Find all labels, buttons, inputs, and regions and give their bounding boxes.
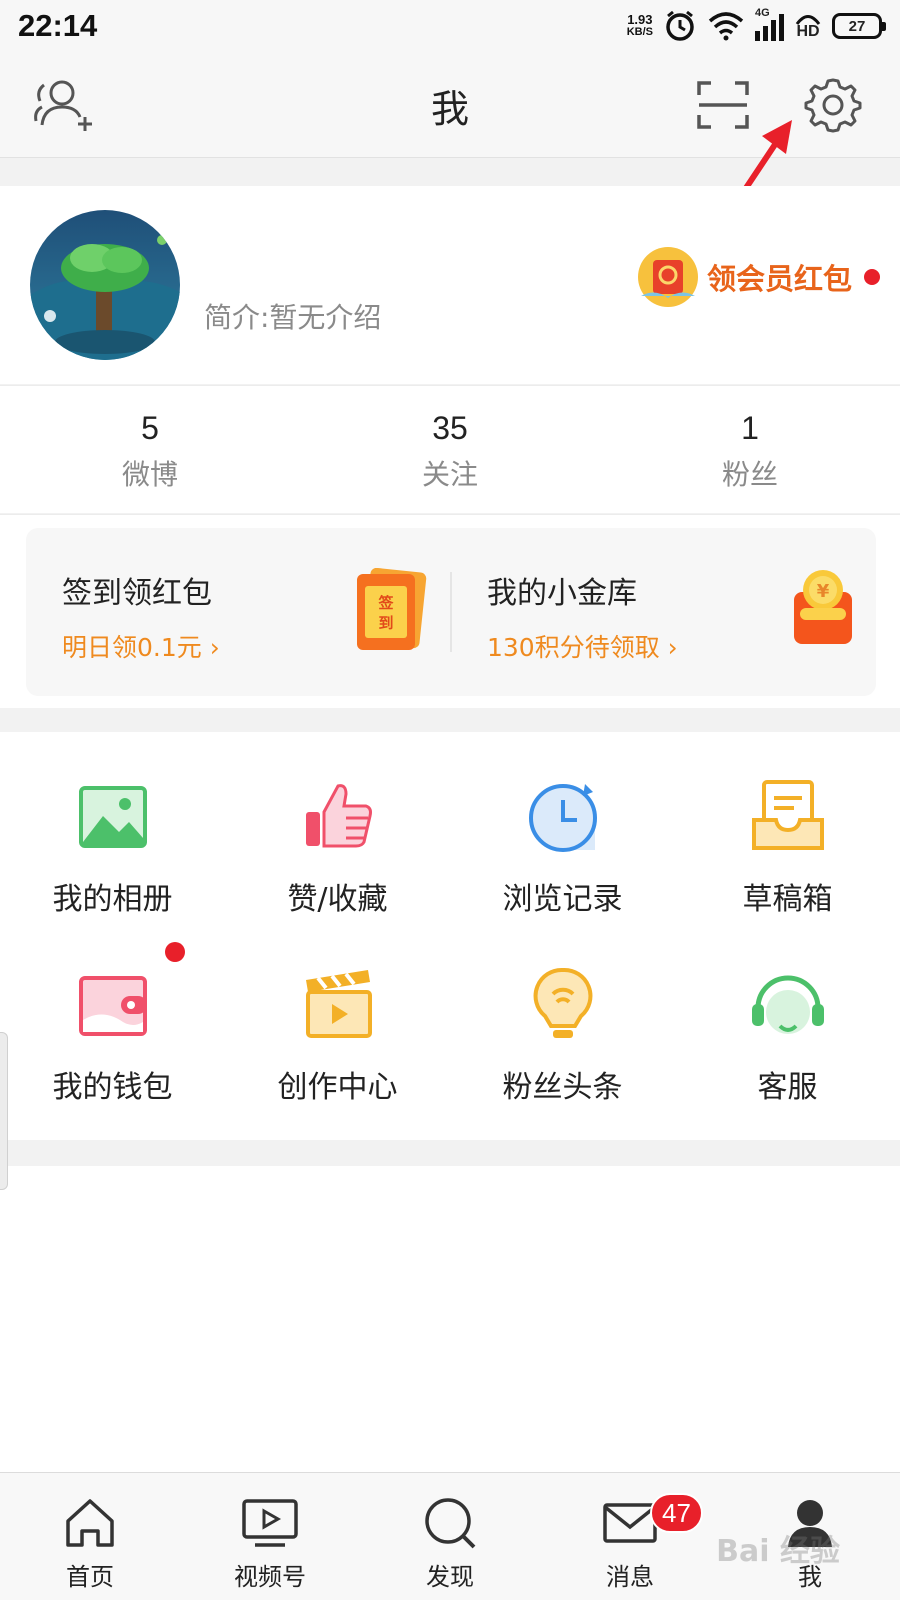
search-icon bbox=[425, 1498, 476, 1549]
feature-grid: 我的相册 赞/收藏 浏览记录 草稿箱 我的钱包 创作中心 粉丝头条 客服 bbox=[0, 732, 900, 1140]
history-clock-icon bbox=[523, 776, 603, 856]
tab-home[interactable]: 首页 bbox=[0, 1473, 180, 1600]
side-drawer-handle[interactable] bbox=[0, 1032, 8, 1190]
hd-voice-icon: HD bbox=[794, 13, 822, 40]
mail-icon bbox=[603, 1503, 657, 1543]
gold-coin-icon: ¥ bbox=[792, 568, 854, 650]
tab-label: 首页 bbox=[66, 1563, 114, 1591]
stat-label: 关注 bbox=[421, 458, 478, 491]
checkin-red-packet[interactable]: 签到领红包 明日领0.1元 › 签 到 bbox=[26, 528, 451, 696]
my-vault[interactable]: 我的小金库 130积分待领取 › ¥ bbox=[451, 528, 876, 696]
grid-item-likes[interactable]: 赞/收藏 bbox=[225, 732, 450, 917]
stat-label: 微博 bbox=[121, 458, 178, 491]
tab-video[interactable]: 视频号 bbox=[180, 1473, 360, 1600]
tab-messages[interactable]: 消息 47 bbox=[540, 1473, 720, 1600]
network-type: 4G bbox=[755, 7, 770, 19]
status-icons: 1.93 KB/S 4G HD 27 bbox=[627, 7, 886, 43]
stat-weibo[interactable]: 5 微博 bbox=[0, 386, 300, 513]
cellular-signal: 4G bbox=[755, 7, 784, 41]
avatar-tree-image bbox=[30, 210, 180, 360]
profile-bio: 简介:暂无介绍 bbox=[204, 301, 382, 334]
video-icon bbox=[242, 1499, 298, 1547]
gear-icon bbox=[804, 78, 862, 133]
battery-level: 27 bbox=[848, 17, 866, 35]
checkin-title: 签到领红包 bbox=[62, 576, 212, 611]
svg-text:到: 到 bbox=[378, 614, 393, 632]
grid-item-label: 粉丝头条 bbox=[502, 1070, 623, 1105]
grid-item-creator-center[interactable]: 创作中心 bbox=[225, 920, 450, 1105]
grid-item-label: 赞/收藏 bbox=[287, 882, 388, 917]
alarm-icon bbox=[666, 10, 694, 41]
promo-section: 签到领红包 明日领0.1元 › 签 到 我的小金库 130积分待领取 › ¥ bbox=[0, 514, 900, 708]
stat-following[interactable]: 35 关注 bbox=[300, 386, 600, 513]
thumbs-up-icon bbox=[298, 776, 378, 856]
notification-dot bbox=[864, 269, 880, 285]
stat-value: 1 bbox=[741, 410, 759, 446]
wallet-icon bbox=[73, 942, 185, 1044]
battery-icon: 27 bbox=[832, 13, 886, 39]
grid-item-label: 浏览记录 bbox=[502, 882, 623, 917]
stat-followers[interactable]: 1 粉丝 bbox=[600, 386, 900, 513]
tab-label: 发现 bbox=[426, 1563, 474, 1591]
grid-item-drafts[interactable]: 草稿箱 bbox=[675, 732, 900, 917]
grid-item-wallet[interactable]: 我的钱包 bbox=[0, 920, 225, 1105]
stat-value: 5 bbox=[141, 410, 159, 446]
svg-text:¥: ¥ bbox=[817, 581, 830, 602]
status-bar: 22:14 1.93 KB/S 4G HD 27 bbox=[0, 0, 900, 52]
grid-item-fan-headlines[interactable]: 粉丝头条 bbox=[450, 920, 675, 1105]
vault-title: 我的小金库 bbox=[487, 576, 637, 611]
checkin-icon: 签 到 bbox=[353, 567, 429, 656]
stats-row: 5 微博 35 关注 1 粉丝 bbox=[0, 385, 900, 513]
tab-label: 视频号 bbox=[234, 1563, 306, 1591]
draft-box-icon bbox=[748, 776, 828, 856]
net-speed-unit: KB/S bbox=[626, 26, 653, 38]
checkin-subtitle: 明日领0.1元 › bbox=[62, 633, 220, 662]
clapperboard-icon bbox=[298, 964, 378, 1044]
watermark: Bai 经验 bbox=[716, 1534, 840, 1569]
grid-item-label: 客服 bbox=[757, 1070, 818, 1105]
tab-label: 消息 bbox=[606, 1563, 654, 1591]
vip-label: 领会员红包 bbox=[706, 262, 852, 296]
headset-icon bbox=[748, 964, 828, 1044]
feed-area bbox=[0, 1166, 900, 1472]
stat-value: 35 bbox=[432, 410, 468, 446]
profile-card: 简介:暂无介绍 领会员红包 bbox=[0, 186, 900, 384]
grid-item-customer-service[interactable]: 客服 bbox=[675, 920, 900, 1105]
status-time: 22:14 bbox=[18, 8, 98, 43]
vip-red-packet-button[interactable]: 领会员红包 bbox=[635, 244, 880, 310]
net-speed-value: 1.93 bbox=[627, 12, 653, 27]
promo-card: 签到领红包 明日领0.1元 › 签 到 我的小金库 130积分待领取 › ¥ bbox=[26, 528, 876, 696]
grid-item-history[interactable]: 浏览记录 bbox=[450, 732, 675, 917]
wifi-icon bbox=[708, 12, 744, 41]
grid-item-label: 我的钱包 bbox=[52, 1070, 173, 1105]
tab-discover[interactable]: 发现 bbox=[360, 1473, 540, 1600]
avatar[interactable] bbox=[30, 210, 180, 360]
notification-dot bbox=[164, 942, 185, 962]
lightbulb-icon bbox=[523, 964, 603, 1044]
network-speed: 1.93 KB/S bbox=[627, 13, 653, 39]
unread-badge: 47 bbox=[650, 1493, 703, 1533]
vault-subtitle: 130积分待领取 › bbox=[487, 633, 678, 662]
photo-album-icon bbox=[73, 776, 153, 856]
grid-item-label: 创作中心 bbox=[277, 1070, 398, 1105]
grid-item-label: 草稿箱 bbox=[742, 882, 833, 917]
grid-item-album[interactable]: 我的相册 bbox=[0, 732, 225, 917]
home-icon bbox=[66, 1499, 114, 1547]
red-packet-icon bbox=[637, 247, 698, 307]
grid-item-label: 我的相册 bbox=[52, 882, 173, 917]
checkin-icon-text: 签 bbox=[377, 594, 394, 612]
stat-label: 粉丝 bbox=[721, 458, 778, 491]
